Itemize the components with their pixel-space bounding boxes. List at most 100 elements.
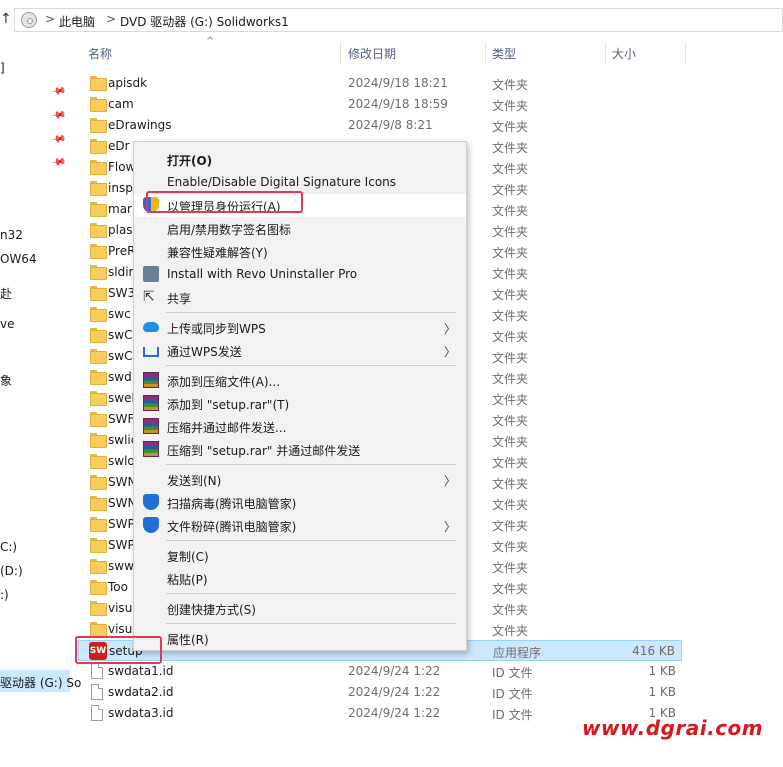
menu-item[interactable]: 压缩并通过邮件发送... xyxy=(134,415,466,438)
menu-item[interactable]: 启用/禁用数字签名图标 xyxy=(134,217,466,240)
menu-item[interactable]: 上传或同步到WPS 〉 xyxy=(134,316,466,339)
nav-item[interactable]: OW64 xyxy=(0,252,37,266)
file-type: 文件夹 xyxy=(492,267,529,281)
folder-icon xyxy=(90,475,107,490)
menu-item[interactable]: 通过WPS发送 〉 xyxy=(134,339,466,362)
file-date: 2024/9/18 18:21 xyxy=(348,76,448,90)
folder-icon xyxy=(90,622,107,637)
tencent-pc-manager-icon xyxy=(143,494,159,510)
pin-icon: 📌 xyxy=(49,107,67,124)
menu-item[interactable]: 复制(C) xyxy=(134,544,466,567)
table-row[interactable]: swdata2.id 2024/9/24 1:22 ID 文件 1 KB xyxy=(78,682,682,703)
file-type: 文件夹 xyxy=(492,330,529,344)
menu-item[interactable]: 压缩到 "setup.rar" 并通过邮件发送 xyxy=(134,438,466,461)
nav-item[interactable]: ve xyxy=(0,317,14,331)
column-header-name[interactable]: 名称 xyxy=(88,45,112,62)
nav-item[interactable]: n32 xyxy=(0,228,23,242)
address-bar-area: ↑ > 此电脑 > DVD 驱动器 (G:) Solidworks1 xyxy=(0,0,783,40)
chevron-right-icon: 〉 xyxy=(443,322,456,336)
menu-item[interactable]: 粘贴(P) xyxy=(134,567,466,590)
file-name: apisdk xyxy=(108,76,148,90)
menu-item-label: 复制(C) xyxy=(167,550,209,564)
menu-item[interactable]: 添加到 "setup.rar"(T) xyxy=(134,392,466,415)
nav-item[interactable]: ] xyxy=(0,61,5,75)
file-type: 文件夹 xyxy=(492,99,529,113)
chevron-right-icon: 〉 xyxy=(443,345,456,359)
column-divider[interactable] xyxy=(605,42,606,64)
file-type: 文件夹 xyxy=(492,246,529,260)
folder-icon xyxy=(90,160,107,175)
breadcrumb-this-pc[interactable]: 此电脑 xyxy=(59,13,95,30)
folder-icon xyxy=(90,118,107,133)
menu-item-label: 压缩并通过邮件发送... xyxy=(167,421,287,435)
file-name: mar xyxy=(108,202,132,216)
file-name: eDrawings xyxy=(108,118,172,132)
file-name: swC xyxy=(108,328,133,342)
menu-item[interactable]: ⇱ 共享 xyxy=(134,286,466,309)
file-type: ID 文件 xyxy=(492,708,533,722)
table-row[interactable]: eDrawings 2024/9/8 8:21 文件夹 xyxy=(78,115,682,136)
file-name: SWP xyxy=(108,517,135,531)
up-arrow-icon[interactable]: ↑ xyxy=(0,11,12,27)
file-name: swdata1.id xyxy=(108,664,174,678)
menu-item[interactable]: 打开(O) xyxy=(134,148,466,171)
file-name: swC xyxy=(108,349,133,363)
file-type: 文件夹 xyxy=(492,624,529,638)
folder-icon xyxy=(90,433,107,448)
file-date: 2024/9/24 1:22 xyxy=(348,706,441,720)
nav-item[interactable]: 赴 xyxy=(0,285,12,302)
file-type: 文件夹 xyxy=(492,603,529,617)
file-type: 文件夹 xyxy=(492,393,529,407)
column-header-date[interactable]: 修改日期 xyxy=(348,45,396,62)
menu-item[interactable]: 属性(R) xyxy=(134,627,466,650)
table-row[interactable]: apisdk 2024/9/18 18:21 文件夹 xyxy=(78,73,682,94)
column-divider[interactable] xyxy=(340,42,341,64)
menu-item-label: 文件粉碎(腾讯电脑管家) xyxy=(167,520,297,534)
chevron-right-icon: 〉 xyxy=(443,520,456,534)
file-type: 文件夹 xyxy=(492,540,529,554)
file-type: 文件夹 xyxy=(492,561,529,575)
folder-icon xyxy=(90,97,107,112)
sort-ascending-icon: ^ xyxy=(206,36,215,47)
column-divider[interactable] xyxy=(685,42,686,64)
menu-item[interactable]: 添加到压缩文件(A)... xyxy=(134,369,466,392)
menu-separator xyxy=(166,593,456,594)
file-name: plas xyxy=(108,223,133,237)
nav-item[interactable]: :) xyxy=(0,588,9,602)
chevron-right-icon[interactable]: > xyxy=(45,12,55,26)
table-row[interactable]: swdata1.id 2024/9/24 1:22 ID 文件 1 KB xyxy=(78,661,682,682)
menu-separator xyxy=(166,623,456,624)
table-row[interactable]: cam 2024/9/18 18:59 文件夹 xyxy=(78,94,682,115)
nav-item[interactable]: C:) xyxy=(0,540,17,554)
menu-item-label: 兼容性疑难解答(Y) xyxy=(167,246,268,260)
wps-cloud-icon xyxy=(143,322,159,332)
column-header-type[interactable]: 类型 xyxy=(492,45,516,62)
menu-item[interactable]: 文件粉碎(腾讯电脑管家) 〉 xyxy=(134,514,466,537)
chevron-right-icon: 〉 xyxy=(443,474,456,488)
nav-item[interactable]: 象 xyxy=(0,372,12,389)
folder-icon xyxy=(90,244,107,259)
nav-item-dvd-drive[interactable]: 驱动器 (G:) So xyxy=(0,674,81,691)
column-header-size[interactable]: 大小 xyxy=(612,45,636,62)
chevron-right-icon[interactable]: > xyxy=(106,12,116,26)
breadcrumb-dvd-drive[interactable]: DVD 驱动器 (G:) Solidworks1 xyxy=(120,13,289,30)
folder-icon xyxy=(90,202,107,217)
menu-item[interactable]: 扫描病毒(腾讯电脑管家) xyxy=(134,491,466,514)
address-bar[interactable]: > 此电脑 > DVD 驱动器 (G:) Solidworks1 xyxy=(14,8,783,32)
menu-item[interactable]: 创建快捷方式(S) xyxy=(134,597,466,620)
menu-separator xyxy=(166,540,456,541)
menu-separator xyxy=(166,312,456,313)
pin-icon: 📌 xyxy=(49,131,67,148)
menu-item-label: Enable/Disable Digital Signature Icons xyxy=(167,175,397,189)
file-icon xyxy=(91,663,103,679)
file-type: 文件夹 xyxy=(492,456,529,470)
folder-icon xyxy=(90,601,107,616)
nav-item[interactable]: (D:) xyxy=(0,564,23,578)
menu-item[interactable]: 发送到(N) 〉 xyxy=(134,468,466,491)
file-name: Flow xyxy=(108,160,136,174)
menu-item-label: 添加到 "setup.rar"(T) xyxy=(167,398,290,412)
menu-item[interactable]: 兼容性疑难解答(Y) xyxy=(134,240,466,263)
column-divider[interactable] xyxy=(485,42,486,64)
file-icon xyxy=(91,705,103,721)
menu-item[interactable]: Install with Revo Uninstaller Pro xyxy=(134,263,466,286)
